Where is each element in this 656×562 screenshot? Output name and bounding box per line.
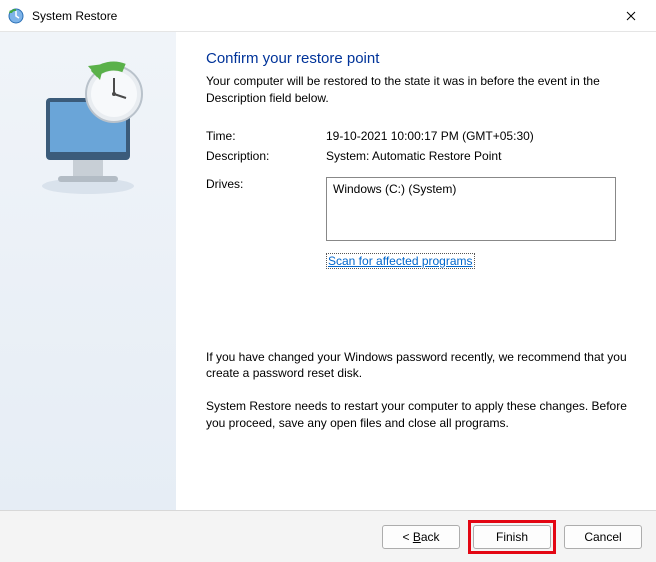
window-title: System Restore	[32, 9, 608, 23]
system-restore-icon	[8, 8, 24, 24]
scan-affected-programs-link[interactable]: Scan for affected programs	[326, 253, 475, 269]
restart-note: System Restore needs to restart your com…	[206, 398, 632, 432]
drives-listbox[interactable]: Windows (C:) (System)	[326, 177, 616, 241]
cancel-button[interactable]: Cancel	[564, 525, 642, 549]
description-row: Description: System: Automatic Restore P…	[206, 149, 632, 163]
content-area: Confirm your restore point Your computer…	[0, 32, 656, 510]
titlebar: System Restore	[0, 0, 656, 32]
time-row: Time: 19-10-2021 10:00:17 PM (GMT+05:30)	[206, 129, 632, 143]
close-button[interactable]	[608, 1, 654, 31]
time-label: Time:	[206, 129, 326, 143]
drives-row: Drives: Windows (C:) (System)	[206, 177, 632, 241]
drive-item[interactable]: Windows (C:) (System)	[333, 182, 609, 196]
restore-illustration	[18, 48, 158, 198]
description-label: Description:	[206, 149, 326, 163]
sidebar	[0, 32, 176, 510]
back-button[interactable]: < Back	[382, 525, 460, 549]
button-bar: < Back Finish Cancel	[0, 510, 656, 562]
time-value: 19-10-2021 10:00:17 PM (GMT+05:30)	[326, 129, 632, 143]
description-value: System: Automatic Restore Point	[326, 149, 632, 163]
password-note: If you have changed your Windows passwor…	[206, 349, 632, 383]
finish-highlight: Finish	[468, 520, 556, 554]
page-heading: Confirm your restore point	[206, 50, 632, 67]
finish-button[interactable]: Finish	[473, 525, 551, 549]
main-panel: Confirm your restore point Your computer…	[176, 32, 656, 510]
drives-label: Drives:	[206, 177, 326, 241]
page-subheading: Your computer will be restored to the st…	[206, 73, 632, 107]
